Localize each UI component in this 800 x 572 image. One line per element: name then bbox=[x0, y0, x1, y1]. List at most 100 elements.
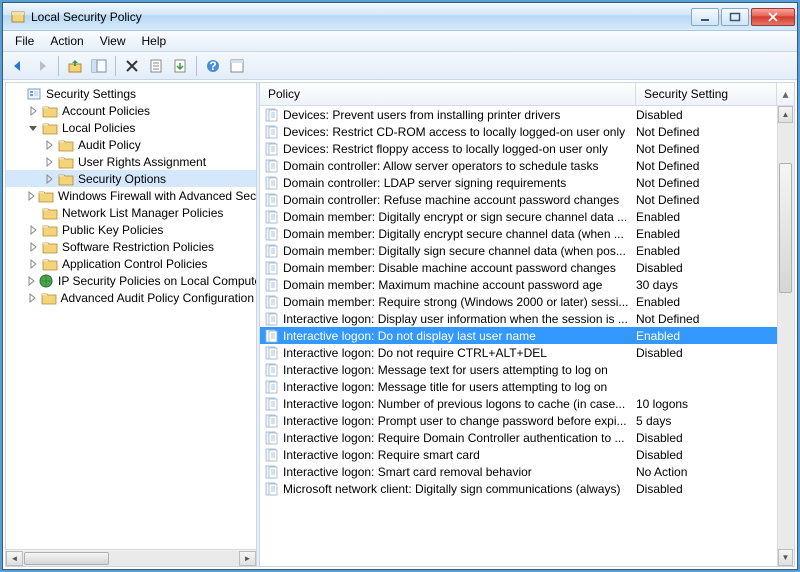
menu-action[interactable]: Action bbox=[42, 32, 91, 50]
policy-setting: Not Defined bbox=[636, 312, 777, 326]
expander-icon[interactable] bbox=[26, 257, 40, 271]
policy-row[interactable]: Domain member: Require strong (Windows 2… bbox=[260, 293, 777, 310]
policy-setting: 30 days bbox=[636, 278, 777, 292]
scroll-track[interactable] bbox=[23, 551, 239, 566]
policy-row[interactable]: Devices: Restrict CD-ROM access to local… bbox=[260, 123, 777, 140]
menu-file[interactable]: File bbox=[7, 32, 42, 50]
maximize-button[interactable] bbox=[721, 8, 749, 26]
expander-icon[interactable] bbox=[26, 104, 40, 118]
policy-row[interactable]: Interactive logon: Number of previous lo… bbox=[260, 395, 777, 412]
column-header-setting[interactable]: Security Setting bbox=[636, 83, 777, 105]
tree-horizontal-scrollbar[interactable]: ◄ ► bbox=[6, 549, 256, 566]
policy-row[interactable]: Domain member: Digitally encrypt or sign… bbox=[260, 208, 777, 225]
scroll-up-icon[interactable]: ▲ bbox=[778, 106, 793, 123]
policy-row[interactable]: Interactive logon: Message title for use… bbox=[260, 378, 777, 395]
expander-icon[interactable] bbox=[42, 155, 56, 169]
close-button[interactable] bbox=[751, 8, 795, 26]
menu-view[interactable]: View bbox=[92, 32, 134, 50]
back-button[interactable] bbox=[7, 55, 29, 77]
tree-node[interactable]: Public Key Policies bbox=[6, 221, 256, 238]
tree-node[interactable]: Local Policies bbox=[6, 119, 256, 136]
policy-row[interactable]: Interactive logon: Display user informat… bbox=[260, 310, 777, 327]
policy-name: Interactive logon: Require smart card bbox=[283, 448, 636, 462]
tree-node-label: Advanced Audit Policy Configuration bbox=[59, 291, 256, 305]
help-button[interactable]: ? bbox=[202, 55, 224, 77]
expander-icon[interactable] bbox=[42, 172, 56, 186]
expander-icon[interactable] bbox=[26, 189, 36, 203]
expander-icon[interactable] bbox=[26, 223, 40, 237]
menu-help[interactable]: Help bbox=[134, 32, 175, 50]
policy-row[interactable]: Domain member: Maximum machine account p… bbox=[260, 276, 777, 293]
policy-icon bbox=[264, 260, 280, 276]
policy-name: Interactive logon: Prompt user to change… bbox=[283, 414, 636, 428]
up-button[interactable] bbox=[64, 55, 86, 77]
expander-icon[interactable] bbox=[26, 240, 40, 254]
policy-setting: Enabled bbox=[636, 210, 777, 224]
policy-name: Interactive logon: Display user informat… bbox=[283, 312, 636, 326]
folder-icon bbox=[42, 103, 58, 119]
policy-icon bbox=[264, 328, 280, 344]
policy-row[interactable]: Interactive logon: Smart card removal be… bbox=[260, 463, 777, 480]
tree-node[interactable]: Audit Policy bbox=[6, 136, 256, 153]
expander-icon[interactable] bbox=[26, 274, 36, 288]
policy-row[interactable]: Domain member: Disable machine account p… bbox=[260, 259, 777, 276]
tree-node-root[interactable]: Security Settings bbox=[6, 85, 256, 102]
expander-icon[interactable] bbox=[26, 291, 39, 305]
column-header-policy[interactable]: Policy bbox=[260, 83, 636, 105]
tree-node[interactable]: Network List Manager Policies bbox=[6, 204, 256, 221]
properties-button[interactable] bbox=[145, 55, 167, 77]
policy-row[interactable]: Devices: Prevent users from installing p… bbox=[260, 106, 777, 123]
policy-row[interactable]: Interactive logon: Require smart cardDis… bbox=[260, 446, 777, 463]
list-vertical-scrollbar[interactable]: ▲ ▼ bbox=[777, 106, 794, 566]
policy-name: Domain member: Require strong (Windows 2… bbox=[283, 295, 636, 309]
expander-icon[interactable] bbox=[26, 121, 40, 135]
policy-icon bbox=[264, 192, 280, 208]
tree-node-label: Local Policies bbox=[60, 121, 137, 135]
policy-icon bbox=[264, 362, 280, 378]
tree-node[interactable]: Advanced Audit Policy Configuration bbox=[6, 289, 256, 306]
tree-node[interactable]: IP Security Policies on Local Compute bbox=[6, 272, 256, 289]
delete-button[interactable] bbox=[121, 55, 143, 77]
tree-node[interactable]: Account Policies bbox=[6, 102, 256, 119]
policy-row[interactable]: Interactive logon: Message text for user… bbox=[260, 361, 777, 378]
column-header-overflow[interactable]: ▴ bbox=[777, 83, 794, 105]
scroll-thumb[interactable] bbox=[24, 552, 109, 565]
folder-icon bbox=[42, 222, 58, 238]
folder-icon bbox=[38, 188, 54, 204]
tree-node[interactable]: Security Options bbox=[6, 170, 256, 187]
policy-row[interactable]: Interactive logon: Prompt user to change… bbox=[260, 412, 777, 429]
tree-node[interactable]: Application Control Policies bbox=[6, 255, 256, 272]
refresh-button[interactable] bbox=[226, 55, 248, 77]
scroll-left-icon[interactable]: ◄ bbox=[6, 551, 23, 566]
policy-row[interactable]: Interactive logon: Do not display last u… bbox=[260, 327, 777, 344]
policy-icon bbox=[264, 311, 280, 327]
tree-node[interactable]: Software Restriction Policies bbox=[6, 238, 256, 255]
policy-row[interactable]: Domain controller: Allow server operator… bbox=[260, 157, 777, 174]
tree-node[interactable]: User Rights Assignment bbox=[6, 153, 256, 170]
tree-node[interactable]: Windows Firewall with Advanced Secu bbox=[6, 187, 256, 204]
minimize-button[interactable] bbox=[691, 8, 719, 26]
policy-name: Interactive logon: Message text for user… bbox=[283, 363, 636, 377]
scroll-right-icon[interactable]: ► bbox=[239, 551, 256, 566]
policy-row[interactable]: Domain member: Digitally encrypt secure … bbox=[260, 225, 777, 242]
show-hide-tree-button[interactable] bbox=[88, 55, 110, 77]
titlebar[interactable]: Local Security Policy bbox=[3, 3, 797, 31]
policy-icon bbox=[264, 141, 280, 157]
expander-icon[interactable] bbox=[42, 138, 56, 152]
policy-row[interactable]: Domain controller: Refuse machine accoun… bbox=[260, 191, 777, 208]
policy-row[interactable]: Interactive logon: Require Domain Contro… bbox=[260, 429, 777, 446]
policy-row[interactable]: Interactive logon: Do not require CTRL+A… bbox=[260, 344, 777, 361]
export-list-button[interactable] bbox=[169, 55, 191, 77]
tree-node-label: Software Restriction Policies bbox=[60, 240, 216, 254]
policy-setting: 10 logons bbox=[636, 397, 777, 411]
policy-row[interactable]: Microsoft network client: Digitally sign… bbox=[260, 480, 777, 497]
scroll-down-icon[interactable]: ▼ bbox=[778, 549, 793, 566]
scroll-track[interactable] bbox=[778, 123, 793, 549]
policy-row[interactable]: Devices: Restrict floppy access to local… bbox=[260, 140, 777, 157]
scroll-thumb[interactable] bbox=[779, 163, 792, 293]
folder-icon bbox=[42, 120, 58, 136]
policy-row[interactable]: Domain member: Digitally sign secure cha… bbox=[260, 242, 777, 259]
forward-button[interactable] bbox=[31, 55, 53, 77]
policy-name: Domain controller: Allow server operator… bbox=[283, 159, 636, 173]
policy-row[interactable]: Domain controller: LDAP server signing r… bbox=[260, 174, 777, 191]
